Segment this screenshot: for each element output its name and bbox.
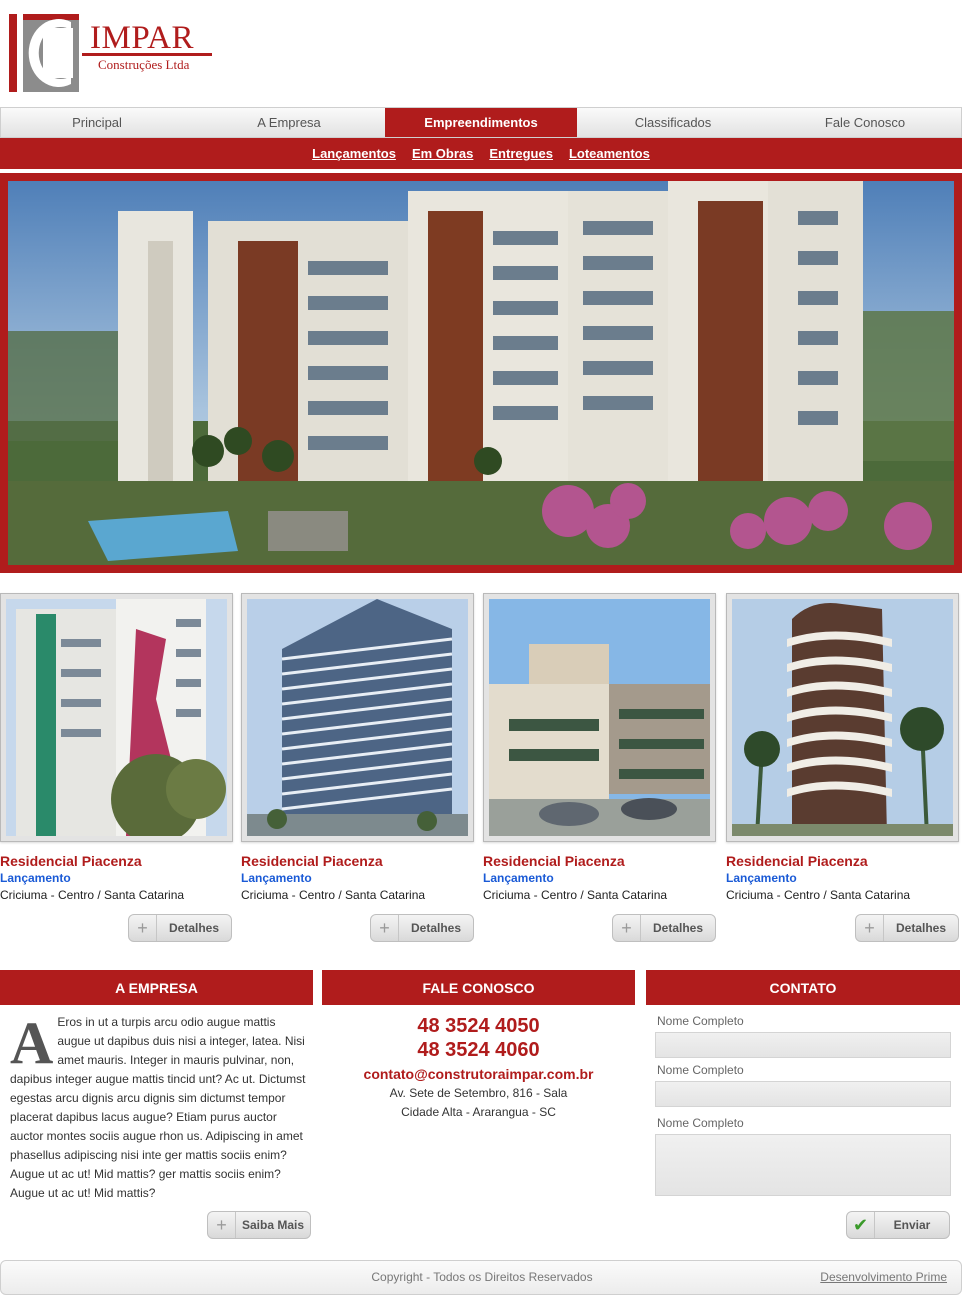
project-title[interactable]: Residencial Piacenza (483, 852, 719, 870)
name-field[interactable] (655, 1081, 951, 1107)
developer-link[interactable]: Desenvolvimento Prime (820, 1270, 947, 1284)
name-label: Nome Completo (657, 1063, 744, 1077)
about-heading: A EMPRESA (0, 970, 313, 1005)
project-card: Residencial Piacenza Lançamento Criciuma… (241, 593, 477, 904)
project-photo[interactable] (483, 593, 716, 842)
site-header: IMPAR Construções Ltda (0, 0, 962, 106)
brand-subtitle: Construções Ltda (98, 57, 190, 72)
address-line: Cidade Alta - Ararangua - SC (401, 1105, 556, 1119)
contact-info: 48 3524 4050 48 3524 4060 contato@constr… (322, 1014, 635, 1122)
subnav-link-loteamentos[interactable]: Loteamentos (569, 146, 650, 161)
footer: Copyright - Todos os Direitos Reservados… (0, 1260, 962, 1295)
about-text-block: A Eros in ut a turpis arcu odio augue ma… (10, 1013, 310, 1203)
send-button[interactable]: ✔ Enviar (846, 1211, 950, 1239)
name-field[interactable] (655, 1032, 951, 1058)
project-title[interactable]: Residencial Piacenza (241, 852, 477, 870)
project-card: Residencial Piacenza Lançamento Criciuma… (483, 593, 719, 904)
subnav-link-entregues[interactable]: Entregues (489, 146, 553, 161)
plus-icon: + (129, 915, 157, 941)
main-nav: Principal A Empresa Empreendimentos Clas… (0, 107, 962, 138)
saiba-mais-button[interactable]: + Saiba Mais (207, 1211, 311, 1239)
details-button-label: Detalhes (410, 921, 462, 935)
fale-conosco-heading: FALE CONOSCO (322, 970, 635, 1005)
project-card: Residencial Piacenza Lançamento Criciuma… (726, 593, 962, 904)
project-status: Lançamento (726, 871, 797, 885)
sub-nav: Lançamentos Em Obras Entregues Loteament… (0, 138, 962, 169)
nav-item-fale-conosco[interactable]: Fale Conosco (769, 108, 961, 137)
logo-icon[interactable] (9, 14, 79, 92)
send-button-label: Enviar (893, 1218, 931, 1232)
project-location: Criciuma - Centro / Santa Catarina (726, 888, 911, 902)
brand-underline (82, 53, 212, 56)
nav-item-classificados[interactable]: Classificados (577, 108, 769, 137)
about-dropcap: A (10, 1010, 54, 1076)
details-button[interactable]: + Detalhes (855, 914, 959, 942)
nav-item-empreendimentos[interactable]: Empreendimentos (385, 108, 577, 137)
project-status: Lançamento (483, 871, 554, 885)
project-photo[interactable] (0, 593, 233, 842)
phone-number: 48 3524 4050 (417, 1015, 540, 1037)
subnav-link-em-obras[interactable]: Em Obras (412, 146, 473, 161)
copyright-text: Copyright - Todos os Direitos Reservados (371, 1270, 593, 1284)
project-card: Residencial Piacenza Lançamento Criciuma… (0, 593, 236, 904)
about-text: Eros in ut a turpis arcu odio augue matt… (10, 1015, 306, 1200)
project-status: Lançamento (0, 871, 71, 885)
name-label: Nome Completo (657, 1014, 744, 1028)
project-photo[interactable] (726, 593, 959, 842)
plus-icon: + (208, 1212, 236, 1238)
nav-item-a-empresa[interactable]: A Empresa (193, 108, 385, 137)
plus-icon: + (613, 915, 641, 941)
contact-form-heading: CONTATO (646, 970, 960, 1005)
details-button[interactable]: + Detalhes (370, 914, 474, 942)
project-location: Criciuma - Centro / Santa Catarina (241, 888, 426, 902)
details-button-label: Detalhes (895, 921, 947, 935)
email-link[interactable]: contato@construtoraimpar.com.br (322, 1064, 635, 1084)
project-location: Criciuma - Centro / Santa Catarina (0, 888, 185, 902)
address-line: Av. Sete de Setembro, 816 - Sala (389, 1086, 568, 1100)
name-label: Nome Completo (657, 1116, 744, 1130)
project-photo[interactable] (241, 593, 474, 842)
hero-building-image[interactable] (8, 181, 954, 565)
details-button[interactable]: + Detalhes (128, 914, 232, 942)
check-icon: ✔ (847, 1212, 875, 1238)
details-button-label: Detalhes (652, 921, 704, 935)
nav-item-principal[interactable]: Principal (1, 108, 193, 137)
hero-banner (0, 173, 962, 573)
details-button-label: Detalhes (168, 921, 220, 935)
project-location: Criciuma - Centro / Santa Catarina (483, 888, 668, 902)
project-status: Lançamento (241, 871, 312, 885)
project-title[interactable]: Residencial Piacenza (0, 852, 236, 870)
message-field[interactable] (655, 1134, 951, 1196)
details-button[interactable]: + Detalhes (612, 914, 716, 942)
phone-number: 48 3524 4060 (417, 1039, 540, 1061)
plus-icon: + (371, 915, 399, 941)
plus-icon: + (856, 915, 884, 941)
subnav-link-lancamentos[interactable]: Lançamentos (312, 146, 396, 161)
saiba-mais-label: Saiba Mais (241, 1218, 305, 1232)
project-title[interactable]: Residencial Piacenza (726, 852, 962, 870)
brand-name[interactable]: IMPAR (90, 22, 194, 55)
